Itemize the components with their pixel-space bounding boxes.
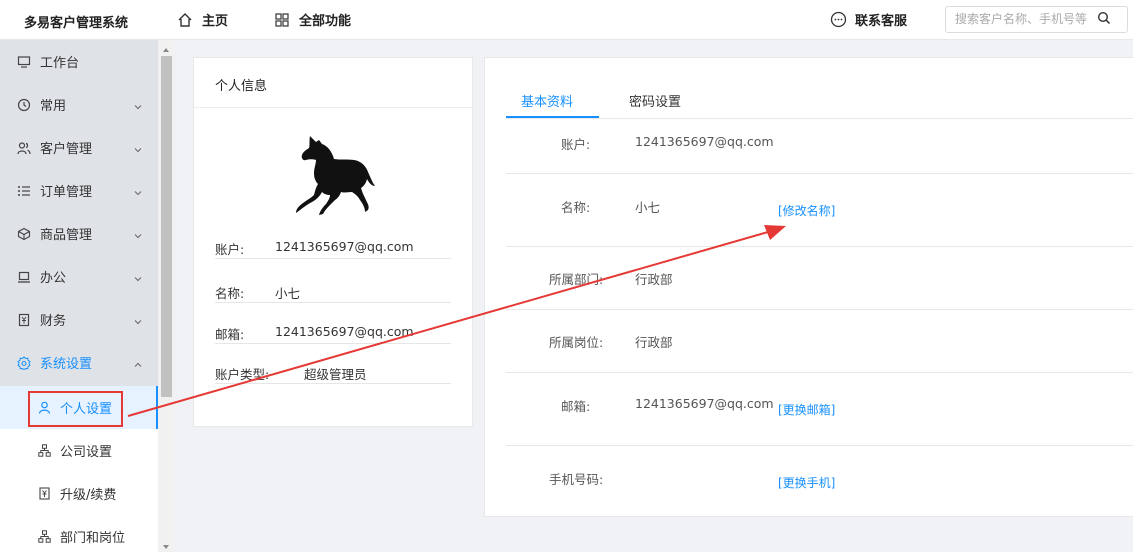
chevron-down-icon — [134, 229, 142, 239]
nav-home-label: 主页 — [202, 14, 229, 29]
scrollbar-thumb[interactable] — [161, 56, 172, 397]
profile-card: 个人信息 账户: 1241365697@qq.com 名称: 小七 邮箱: 12… — [193, 57, 473, 427]
sidebar-item-products[interactable]: 商品管理 — [0, 212, 158, 255]
clock-icon — [17, 98, 31, 112]
profile-name-label: 名称: — [215, 286, 245, 301]
tab-password-settings[interactable]: 密码设置 — [629, 91, 681, 110]
profile-account-value: 1241365697@qq.com — [275, 239, 414, 254]
sidebar-item-orders[interactable]: 订单管理 — [0, 169, 158, 212]
chevron-down-icon — [134, 143, 142, 153]
sidebar-item-office[interactable]: 办公 — [0, 255, 158, 298]
name-label: 名称: — [561, 200, 591, 215]
sidebar-item-label: 办公 — [40, 271, 67, 286]
monitor-icon — [17, 55, 31, 69]
nav-all-functions[interactable]: 全部功能 — [273, 10, 351, 29]
sidebar-subitem-departments[interactable]: 部门和岗位 — [0, 515, 158, 552]
position-value: 行政部 — [635, 335, 673, 350]
finance-icon — [17, 313, 31, 327]
nav-all-label: 全部功能 — [299, 14, 352, 29]
sidebar-item-customers[interactable]: 客户管理 — [0, 126, 158, 169]
account-value: 1241365697@qq.com — [635, 134, 774, 149]
divider — [506, 372, 1133, 373]
finance-icon — [38, 487, 51, 500]
app-brand: 多易客户管理系统 — [24, 16, 129, 31]
sidebar-item-finance[interactable]: 财务 — [0, 298, 158, 341]
sidebar-item-label: 工作台 — [40, 56, 80, 71]
profile-email-row: 邮箱: 1241365697@qq.com — [215, 324, 451, 344]
phone-label: 手机号码: — [549, 472, 604, 487]
profile-name-value: 小七 — [275, 286, 301, 301]
chevron-down-icon — [134, 315, 142, 325]
position-label: 所属岗位: — [549, 335, 604, 350]
divider — [506, 246, 1133, 247]
tab-divider — [506, 118, 1133, 119]
email-value: 1241365697@qq.com — [635, 396, 774, 411]
tab-basic-info[interactable]: 基本资料 — [521, 91, 573, 110]
profile-name-row: 名称: 小七 — [215, 283, 451, 303]
sidebar-subitem-label: 部门和岗位 — [60, 531, 126, 546]
sidebar-item-label: 常用 — [40, 99, 67, 114]
sidebar-item-label: 订单管理 — [40, 185, 93, 200]
laptop-icon — [17, 270, 31, 284]
sidebar-item-label: 客户管理 — [40, 142, 93, 157]
gear-icon — [17, 355, 31, 370]
sidebar-subitem-label: 公司设置 — [60, 445, 113, 460]
sidebar-subitem-label: 升级/续费 — [60, 488, 117, 503]
sidebar-item-label: 商品管理 — [40, 228, 93, 243]
chevron-down-icon — [134, 186, 142, 196]
search-icon[interactable] — [1097, 11, 1113, 27]
edit-name-link[interactable]: [修改名称] — [778, 202, 835, 219]
divider — [194, 107, 472, 108]
detail-card: 基本资料 密码设置 账户: 1241365697@qq.com 名称: 小七 [… — [484, 57, 1133, 517]
top-bar: 多易客户管理系统 主页 全部功能 联系客服 搜索客户名称、手机号等 — [0, 0, 1133, 40]
name-value: 小七 — [635, 200, 661, 215]
horse-avatar — [296, 136, 375, 215]
tab-active-indicator — [506, 116, 599, 118]
department-value: 行政部 — [635, 272, 673, 287]
grid-icon — [273, 11, 291, 29]
divider — [506, 445, 1133, 446]
home-icon — [176, 11, 194, 29]
profile-email-label: 邮箱: — [215, 327, 245, 342]
scroll-down-icon[interactable] — [161, 540, 171, 549]
list-icon — [17, 184, 31, 198]
chevron-down-icon — [134, 272, 142, 282]
email-label: 邮箱: — [561, 399, 591, 414]
chevron-down-icon — [134, 100, 142, 110]
sidebar-item-label: 财务 — [40, 314, 67, 329]
org-icon — [38, 530, 51, 543]
profile-email-value: 1241365697@qq.com — [275, 324, 414, 339]
contact-service[interactable]: 联系客服 — [829, 10, 907, 29]
nav-home[interactable]: 主页 — [176, 10, 228, 29]
profile-type-row: 账户类型: 超级管理员 — [215, 364, 451, 384]
profile-type-value: 超级管理员 — [304, 367, 367, 382]
profile-account-row: 账户: 1241365697@qq.com — [215, 239, 451, 259]
account-label: 账户: — [561, 137, 591, 152]
change-email-link[interactable]: [更换邮箱] — [778, 401, 835, 418]
sidebar-item-common[interactable]: 常用 — [0, 83, 158, 126]
sidebar-item-label: 系统设置 — [40, 357, 93, 372]
sidebar-item-system-settings[interactable]: 系统设置 — [0, 341, 158, 384]
divider — [506, 173, 1133, 174]
sidebar-subitem-company-settings[interactable]: 公司设置 — [0, 429, 158, 472]
contact-service-label: 联系客服 — [855, 14, 908, 29]
department-label: 所属部门: — [549, 272, 604, 287]
box-icon — [17, 227, 31, 241]
annotation-highlight-box — [28, 391, 123, 427]
sidebar-item-workbench[interactable]: 工作台 — [0, 40, 158, 83]
scroll-up-icon[interactable] — [161, 43, 171, 52]
profile-type-label: 账户类型: — [215, 367, 270, 382]
divider — [506, 309, 1133, 310]
chat-icon — [829, 11, 847, 29]
profile-card-title: 个人信息 — [215, 79, 268, 94]
users-icon — [17, 141, 31, 155]
sidebar-subitem-upgrade[interactable]: 升级/续费 — [0, 472, 158, 515]
profile-account-label: 账户: — [215, 242, 245, 257]
chevron-up-icon — [134, 358, 142, 367]
change-phone-link[interactable]: [更换手机] — [778, 474, 835, 491]
org-icon — [38, 444, 51, 457]
